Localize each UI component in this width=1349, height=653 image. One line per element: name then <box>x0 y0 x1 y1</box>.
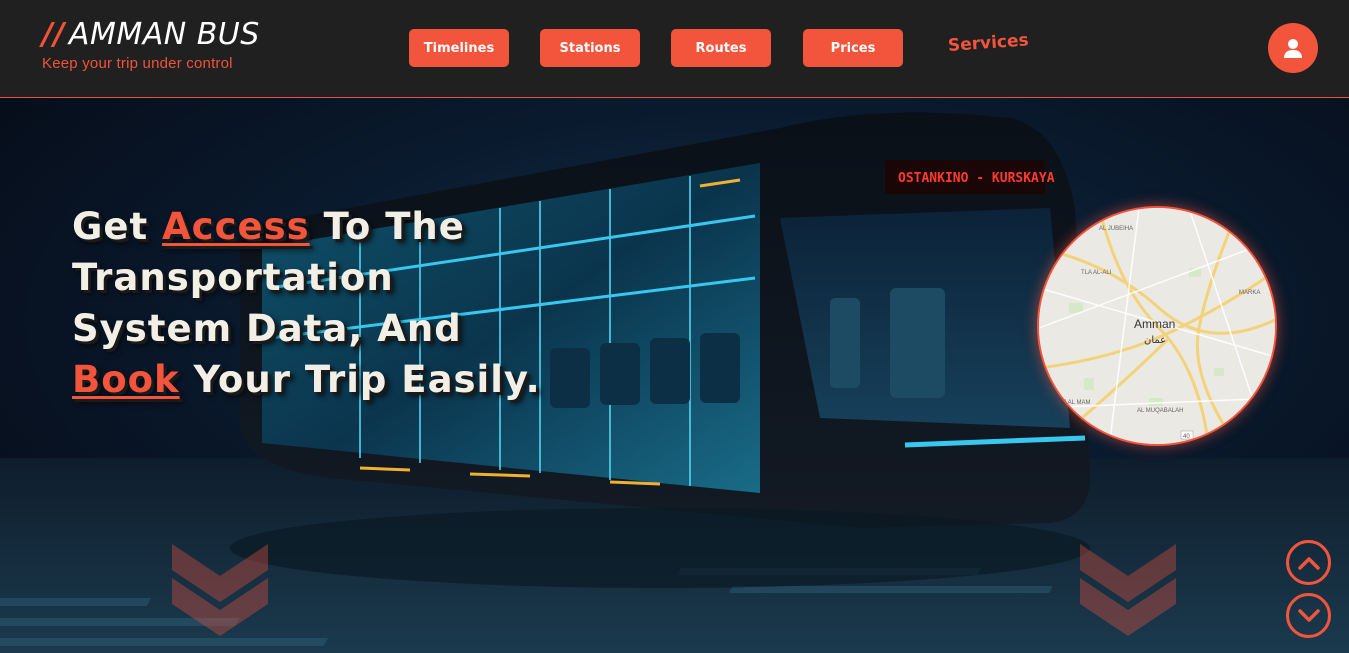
user-icon <box>1284 39 1302 58</box>
top-navbar: //AMMAN BUS Keep your trip under control… <box>0 0 1349 98</box>
logo-title: //AMMAN BUS <box>42 18 260 52</box>
map-graphic: AL JUBEIHA TLA AL-ALI MARKA AL MUQABALAH… <box>1039 208 1275 444</box>
logo-slash: // <box>42 17 65 52</box>
map-label-muqabalah: AL MUQABALAH <box>1137 408 1183 414</box>
nav-timelines-button[interactable]: Timelines <box>409 29 509 67</box>
logo-tagline: Keep your trip under control <box>42 55 233 72</box>
scroll-up-button[interactable] <box>1286 540 1331 585</box>
map-label-tla-al-ali: TLA AL-ALI <box>1081 270 1112 276</box>
map-road-number: 40 <box>1183 434 1190 440</box>
nav-stations-button[interactable]: Stations <box>540 29 640 67</box>
chevron-up-icon <box>1297 556 1320 570</box>
headline-text-3: Your Trip Easily. <box>179 358 541 401</box>
headline-highlight-book: Book <box>72 358 180 401</box>
nav-prices-button[interactable]: Prices <box>803 29 903 67</box>
amman-map[interactable]: AL JUBEIHA TLA AL-ALI MARKA AL MUQABALAH… <box>1037 206 1277 446</box>
logo-text: AMMAN BUS <box>68 17 260 52</box>
site-logo[interactable]: //AMMAN BUS Keep your trip under control <box>42 18 260 73</box>
hero-headline: Get Access To The Transportation System … <box>72 201 552 405</box>
map-city-label-arabic: عمان <box>1144 335 1166 346</box>
headline-text-1: Get <box>72 205 163 248</box>
headline-highlight-access: Access <box>162 205 310 248</box>
nav-routes-button[interactable]: Routes <box>671 29 771 67</box>
bus-destination-sign: OSTANKINO - KURSKAYA <box>898 171 1055 186</box>
map-label-jubeiha: AL JUBEIHA <box>1099 226 1133 232</box>
user-account-button[interactable] <box>1268 23 1318 73</box>
map-city-label: Amman <box>1134 317 1175 331</box>
map-label-marka: MARKA <box>1239 290 1260 296</box>
nav-services-link[interactable]: Services <box>947 30 1029 56</box>
hero-section: OSTANKINO - KURSKAYA Get Access To The T… <box>0 98 1349 653</box>
chevron-down-icon <box>1297 608 1320 622</box>
scroll-down-button[interactable] <box>1286 593 1331 638</box>
